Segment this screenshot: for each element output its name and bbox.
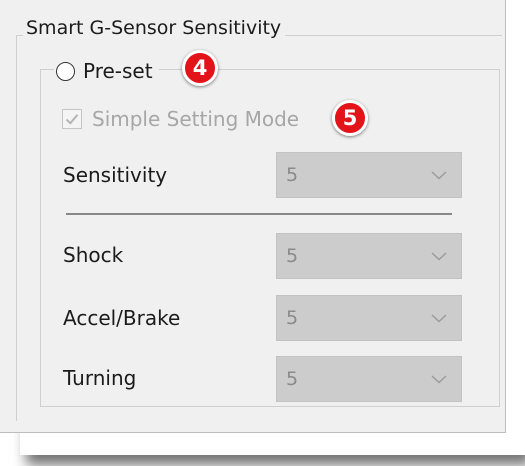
turning-dropdown[interactable]: 5 [276,356,462,402]
preset-radio-option[interactable]: Pre-set [54,57,159,85]
accel-brake-label: Accel/Brake [63,306,181,330]
simple-setting-mode-option[interactable]: Simple Setting Mode [62,107,299,131]
accel-brake-value: 5 [286,307,299,329]
shock-label: Shock [63,243,124,267]
checkmark-icon [65,114,79,125]
turning-value: 5 [286,368,299,390]
step-badge-5: 5 [332,100,368,136]
chevron-down-icon [431,252,447,261]
chevron-down-icon [431,171,447,180]
sensitivity-value: 5 [286,164,299,186]
shock-dropdown[interactable]: 5 [276,233,462,279]
chevron-down-icon [431,375,447,384]
shock-value: 5 [286,245,299,267]
chevron-down-icon [431,314,447,323]
preset-radio-label[interactable]: Pre-set [83,59,153,83]
group-title: Smart G-Sensor Sensitivity [23,16,286,40]
turning-label: Turning [63,366,137,390]
simple-setting-mode-checkbox[interactable] [62,109,82,129]
preset-radio-button[interactable] [56,61,75,81]
accel-brake-dropdown[interactable]: 5 [276,295,462,341]
sensitivity-dropdown[interactable]: 5 [276,152,462,198]
separator-line [66,213,452,215]
simple-setting-mode-label[interactable]: Simple Setting Mode [92,107,299,131]
step-badge-4: 4 [182,50,218,86]
sensitivity-label: Sensitivity [63,163,168,187]
